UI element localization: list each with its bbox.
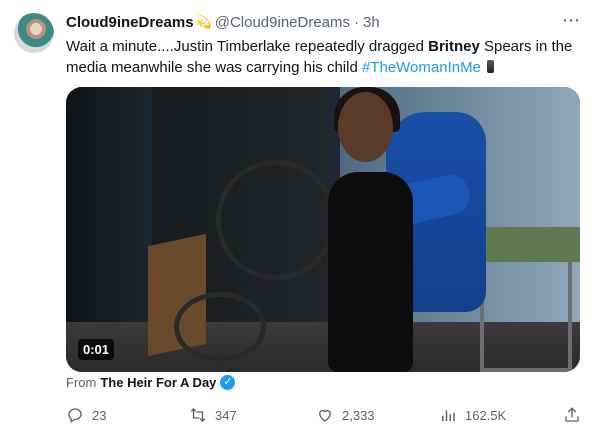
tweet-header: Cloud9ineDreams 💫 @Cloud9ineDreams · 3h …: [66, 10, 581, 32]
video-frame-shelf: [485, 227, 580, 262]
separator-dot: ·: [354, 13, 360, 31]
like-button[interactable]: 2,333: [316, 406, 375, 424]
reply-button[interactable]: 23: [66, 406, 106, 424]
views-button[interactable]: 162.5K: [439, 406, 506, 424]
author-display-name[interactable]: Cloud9ineDreams: [66, 14, 194, 31]
verified-badge-icon: ✓: [220, 375, 236, 390]
sparkle-star-icon: 💫: [195, 14, 212, 29]
tweet-text-bold: Britney: [428, 38, 480, 55]
share-button[interactable]: [563, 406, 581, 424]
author-handle[interactable]: @Cloud9ineDreams: [215, 14, 350, 31]
retweet-icon: [190, 408, 206, 422]
bicycle-wheel-rear: [174, 292, 266, 362]
bicycle-wheel: [216, 160, 336, 280]
phone-icon: [487, 60, 495, 73]
hashtag-link[interactable]: #TheWomanInMe: [362, 59, 481, 76]
author-avatar[interactable]: [14, 13, 54, 53]
tweet-text-part1: Wait a minute....Justin Timberlake repea…: [66, 38, 429, 55]
video-frame-shelf-legs: [480, 262, 572, 372]
person-face: [338, 92, 393, 162]
retweet-button[interactable]: 347: [189, 406, 237, 424]
reply-icon: [68, 408, 82, 424]
video-attribution: From The Heir For A Day ✓: [66, 375, 236, 390]
tweet-timestamp[interactable]: 3h: [363, 14, 380, 31]
attribution-source-link[interactable]: The Heir For A Day: [100, 375, 216, 390]
person-black-outfit: [328, 172, 413, 372]
attribution-prefix: From: [66, 375, 97, 390]
video-player[interactable]: 0:01: [66, 87, 580, 372]
views-count: 162.5K: [465, 407, 507, 423]
retweet-count: 347: [215, 407, 237, 423]
heart-icon: [319, 409, 331, 422]
more-icon[interactable]: ⋯: [562, 10, 581, 31]
reply-count: 23: [92, 407, 107, 423]
analytics-icon: [442, 410, 455, 421]
tweet-text: Wait a minute....Justin Timberlake repea…: [66, 36, 581, 78]
like-count: 2,333: [342, 407, 375, 423]
video-timestamp: 0:01: [78, 339, 115, 360]
tweet-actions: 23 347 2,333 162.5K: [66, 404, 581, 426]
share-icon: [565, 407, 579, 422]
